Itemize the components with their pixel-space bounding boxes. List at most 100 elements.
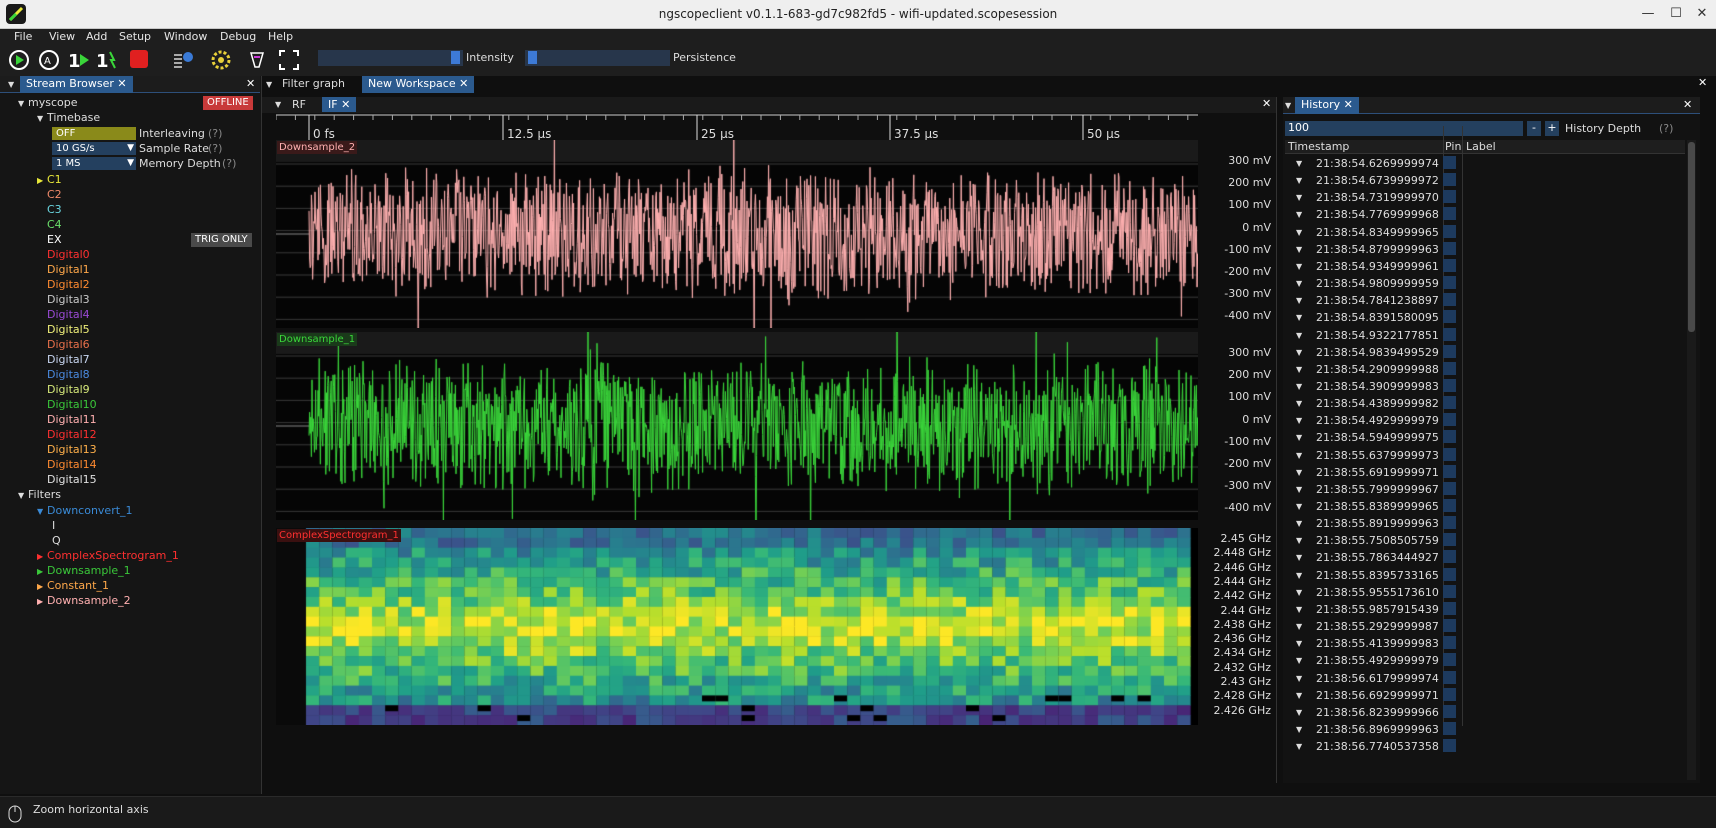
expand-icon[interactable]: ▼ [1296, 656, 1302, 665]
expand-icon[interactable]: ▼ [1296, 245, 1302, 254]
channel-digital8[interactable]: Digital8 [37, 368, 90, 381]
tab-rf[interactable]: RF [286, 97, 312, 112]
channel-digital6[interactable]: Digital6 [37, 338, 90, 351]
close-panel-icon[interactable]: ✕ [246, 77, 255, 90]
pin-checkbox[interactable] [1443, 687, 1456, 701]
close-tab-icon[interactable]: ✕ [1344, 98, 1353, 111]
channel-c2[interactable]: C2 [37, 188, 62, 201]
menu-debug[interactable]: Debug [220, 30, 256, 43]
expand-icon[interactable]: ▶ [37, 552, 47, 561]
menu-add[interactable]: Add [86, 30, 107, 43]
history-row[interactable]: ▼ 21:38:54.2909999988 [1283, 360, 1700, 378]
timebase-node[interactable]: ▼ Timebase [37, 111, 100, 124]
pin-checkbox[interactable] [1443, 499, 1456, 512]
history-row[interactable]: ▼ 21:38:56.8239999966 [1283, 703, 1700, 721]
history-row[interactable]: ▼ 21:38:55.8395733165 [1283, 566, 1700, 584]
channel-digital5[interactable]: Digital5 [37, 323, 90, 336]
close-window-icon[interactable]: ✕ [1694, 6, 1710, 22]
pin-checkbox[interactable] [1443, 173, 1456, 187]
history-scrollbar[interactable] [1687, 140, 1696, 780]
tab-stream-browser[interactable]: Stream Browser ✕ [20, 76, 133, 93]
history-row[interactable]: ▼ 21:38:54.3909999983 [1283, 377, 1700, 395]
sample-rate-help[interactable]: (?) [208, 142, 222, 155]
expand-icon[interactable]: ▼ [1296, 725, 1302, 734]
history-row[interactable]: ▼ 21:38:55.8389999965 [1283, 497, 1700, 515]
history-row[interactable]: ▼ 21:38:54.4929999979 [1283, 411, 1700, 429]
history-row[interactable]: ▼ 21:38:55.4139999983 [1283, 634, 1700, 652]
col-label[interactable]: Label [1466, 140, 1496, 153]
col-pin[interactable]: Pin [1445, 140, 1461, 153]
history-row[interactable]: ▼ 21:38:55.6919999971 [1283, 463, 1700, 481]
expand-icon[interactable]: ▼ [1296, 296, 1302, 305]
persistence-slider-knob[interactable] [528, 51, 537, 64]
channel-digital10[interactable]: Digital10 [37, 398, 97, 411]
channel-digital3[interactable]: Digital3 [37, 293, 90, 306]
pin-checkbox[interactable] [1443, 619, 1456, 633]
expand-icon[interactable]: ▼ [1296, 382, 1302, 391]
channel-ex[interactable]: EX [37, 233, 62, 246]
history-row[interactable]: ▼ 21:38:55.4929999979 [1283, 651, 1700, 669]
expand-icon[interactable]: ▼ [1296, 210, 1302, 219]
tab-filter-graph[interactable]: Filter graph [276, 76, 351, 93]
history-row[interactable]: ▼ 21:38:55.7863444927 [1283, 548, 1700, 566]
pin-checkbox[interactable] [1443, 704, 1456, 718]
expand-icon[interactable]: ▼ [1296, 622, 1302, 631]
interleaving-dropdown[interactable]: OFF [52, 127, 136, 140]
close-panel-icon[interactable]: ✕ [1683, 98, 1692, 111]
history-row[interactable]: ▼ 21:38:55.9555173610 [1283, 583, 1700, 601]
expand-icon[interactable]: ▼ [1296, 416, 1302, 425]
menu-file[interactable]: File [14, 30, 32, 43]
channel-c1[interactable]: ▶ C1 [37, 173, 62, 186]
expand-icon[interactable]: ▼ [1296, 176, 1302, 185]
pin-checkbox[interactable] [1443, 327, 1456, 341]
pin-checkbox[interactable] [1443, 567, 1456, 581]
pin-checkbox[interactable] [1443, 190, 1456, 204]
history-row[interactable]: ▼ 21:38:54.9322177851 [1283, 326, 1700, 344]
pin-checkbox[interactable] [1443, 258, 1456, 272]
filter-downconvert-1[interactable]: ▼ Downconvert_1 [37, 504, 133, 517]
expand-icon[interactable]: ▼ [1296, 674, 1302, 683]
expand-icon[interactable]: ▼ [1296, 519, 1302, 528]
history-row[interactable]: ▼ 21:38:55.8919999963 [1283, 514, 1700, 532]
filters-node[interactable]: ▼ Filters [18, 488, 61, 501]
expand-icon[interactable]: ▼ [1296, 313, 1302, 322]
history-row[interactable]: ▼ 21:38:54.9839499529 [1283, 343, 1700, 361]
history-row[interactable]: ▼ 21:38:54.8391580095 [1283, 308, 1700, 326]
channel-digital13[interactable]: Digital13 [37, 443, 97, 456]
expand-icon[interactable]: ▼ [1296, 348, 1302, 357]
spectrogram-area[interactable]: ComplexSpectrogram_1 [276, 528, 1198, 725]
pin-checkbox[interactable] [1443, 413, 1456, 427]
history-row[interactable]: ▼ 21:38:54.5949999975 [1283, 428, 1700, 446]
expand-icon[interactable]: ▼ [1296, 331, 1302, 340]
minimize-icon[interactable]: — [1640, 6, 1656, 22]
memory-depth-dropdown[interactable]: 1 MS ▼ [52, 157, 136, 170]
close-tab-icon[interactable]: ✕ [341, 98, 350, 111]
history-depth-input[interactable]: 100 [1285, 121, 1523, 136]
menu-window[interactable]: Window [164, 30, 207, 43]
time-axis[interactable]: 0 fs 12.5 µs 25 µs 37.5 µs 50 µs [276, 114, 1276, 140]
history-row[interactable]: ▼ 21:38:54.7769999968 [1283, 205, 1700, 223]
channel-digital14[interactable]: Digital14 [37, 458, 97, 471]
expand-icon[interactable]: ▼ [1296, 159, 1302, 168]
history-row[interactable]: ▼ 21:38:56.8969999963 [1283, 720, 1700, 738]
expand-icon[interactable]: ▼ [1296, 571, 1302, 580]
expand-icon[interactable]: ▼ [18, 491, 28, 500]
close-tab-icon[interactable]: ✕ [117, 77, 126, 90]
pin-checkbox[interactable] [1443, 447, 1456, 461]
expand-icon[interactable]: ▼ [37, 114, 47, 123]
expand-icon[interactable]: ▶ [37, 176, 47, 185]
memory-depth-help[interactable]: (?) [222, 157, 236, 170]
close-workspace-icon[interactable]: ✕ [1698, 76, 1707, 89]
expand-icon[interactable]: ▼ [1296, 451, 1302, 460]
channel-digital2[interactable]: Digital2 [37, 278, 90, 291]
expand-icon[interactable]: ▼ [1296, 279, 1302, 288]
pin-checkbox[interactable] [1443, 601, 1456, 615]
filter-constant-1[interactable]: ▶ Constant_1 [37, 579, 109, 592]
history-row[interactable]: ▼ 21:38:54.6739999972 [1283, 171, 1700, 189]
channel-digital7[interactable]: Digital7 [37, 353, 90, 366]
expand-icon[interactable]: ▼ [1296, 639, 1302, 648]
history-row[interactable]: ▼ 21:38:55.2929999987 [1283, 617, 1700, 635]
history-row[interactable]: ▼ 21:38:54.4389999982 [1283, 394, 1700, 412]
expand-icon[interactable]: ▼ [1296, 468, 1302, 477]
history-row[interactable]: ▼ 21:38:54.8349999965 [1283, 223, 1700, 241]
